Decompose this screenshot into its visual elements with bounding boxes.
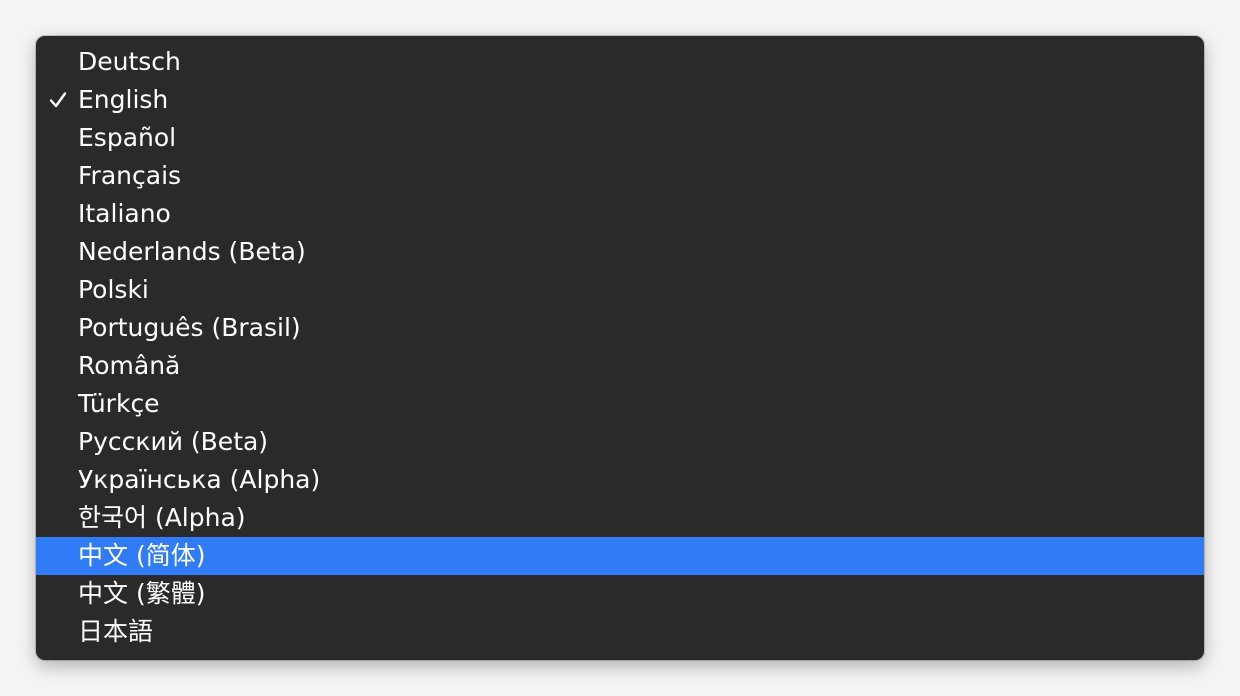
menu-item-portugues-brasil[interactable]: Português (Brasil) bbox=[36, 309, 1204, 347]
menu-item-label: 中文 (简体) bbox=[78, 541, 206, 570]
menu-item-english[interactable]: English bbox=[36, 81, 1204, 119]
menu-item-label: 한국어 (Alpha) bbox=[78, 503, 246, 532]
menu-item-label: Română bbox=[78, 351, 181, 380]
menu-item-polski[interactable]: Polski bbox=[36, 271, 1204, 309]
menu-item-nederlands[interactable]: Nederlands (Beta) bbox=[36, 233, 1204, 271]
menu-item-romana[interactable]: Română bbox=[36, 347, 1204, 385]
menu-item-russian[interactable]: Русский (Beta) bbox=[36, 423, 1204, 461]
menu-item-label: 中文 (繁體) bbox=[78, 579, 206, 608]
menu-item-label: Русский (Beta) bbox=[78, 427, 269, 456]
menu-item-deutsch[interactable]: Deutsch bbox=[36, 43, 1204, 81]
menu-item-japanese[interactable]: 日本語 bbox=[36, 613, 1204, 651]
menu-item-italiano[interactable]: Italiano bbox=[36, 195, 1204, 233]
menu-item-ukrainian[interactable]: Українська (Alpha) bbox=[36, 461, 1204, 499]
menu-item-label: Deutsch bbox=[78, 47, 181, 76]
checkmark-icon bbox=[46, 81, 70, 119]
menu-item-label: Français bbox=[78, 161, 182, 190]
menu-item-label: Italiano bbox=[78, 199, 171, 228]
menu-item-label: Nederlands (Beta) bbox=[78, 237, 306, 266]
menu-item-label: Español bbox=[78, 123, 177, 152]
menu-item-espanol[interactable]: Español bbox=[36, 119, 1204, 157]
menu-item-francais[interactable]: Français bbox=[36, 157, 1204, 195]
menu-item-label: English bbox=[78, 85, 169, 114]
menu-item-chinese-simplified[interactable]: 中文 (简体) bbox=[36, 537, 1204, 575]
menu-item-korean[interactable]: 한국어 (Alpha) bbox=[36, 499, 1204, 537]
menu-item-label: Polski bbox=[78, 275, 149, 304]
menu-item-label: Türkçe bbox=[78, 389, 160, 418]
menu-item-label: Українська (Alpha) bbox=[78, 465, 321, 494]
menu-item-label: 日本語 bbox=[78, 617, 154, 646]
language-dropdown-menu: Deutsch English Español Français Italian… bbox=[36, 36, 1204, 660]
menu-item-chinese-traditional[interactable]: 中文 (繁體) bbox=[36, 575, 1204, 613]
menu-item-turkce[interactable]: Türkçe bbox=[36, 385, 1204, 423]
menu-item-label: Português (Brasil) bbox=[78, 313, 301, 342]
